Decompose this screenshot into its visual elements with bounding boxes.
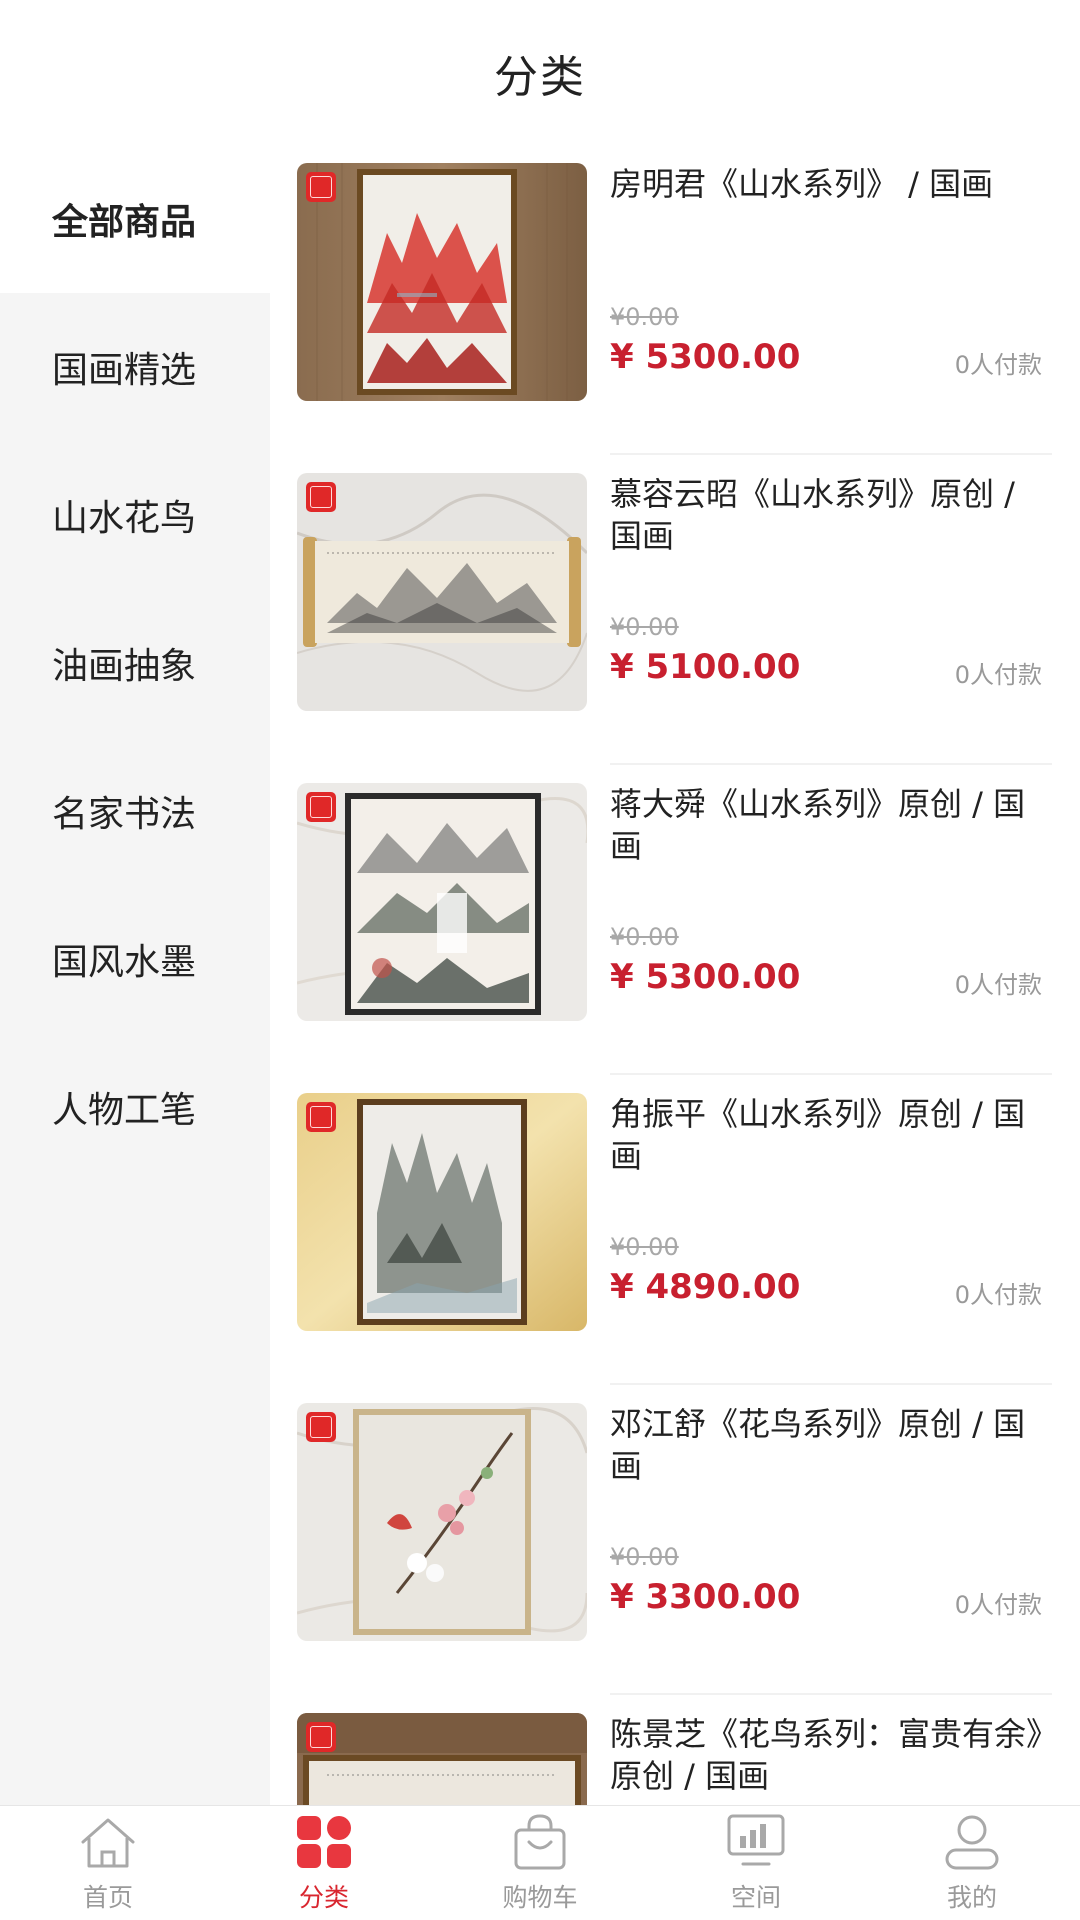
product-image[interactable] (297, 1093, 587, 1331)
sidebar-item-ink-wash[interactable]: 国风水墨 (0, 885, 270, 1033)
sold-count: 0人付款 (954, 661, 1042, 689)
sidebar-item-guohua-selected[interactable]: 国画精选 (0, 293, 270, 441)
category-grid-icon (297, 1816, 351, 1868)
product-image[interactable] (297, 163, 587, 401)
product-name[interactable]: 角振平《山水系列》原创 / 国画 (610, 1093, 1050, 1183)
original-price: ¥0.00 (610, 613, 679, 641)
sidebar-item-oil-abstract[interactable]: 油画抽象 (0, 589, 270, 737)
bottom-tab-bar: 首页 分类 购物车 空间 我的 (0, 1805, 1080, 1920)
product-price: ¥ 5300.00 (610, 337, 801, 377)
product-name[interactable]: 蒋大舜《山水系列》原创 / 国画 (610, 783, 1050, 873)
tab-label: 我的 (946, 1883, 997, 1912)
product-name[interactable]: 陈景芝《花鸟系列：富贵有余》原创 / 国画 (610, 1713, 1050, 1803)
tab-label: 首页 (82, 1883, 133, 1912)
user-icon (945, 1815, 999, 1870)
tab-home[interactable]: 首页 (0, 1806, 216, 1920)
category-page: 分类 全部商品 国画精选 山水花鸟 油画抽象 名家书法 国风水墨 人物工笔 房明… (0, 0, 1080, 1920)
home-icon (81, 1818, 135, 1868)
cart-bag-icon (514, 1814, 566, 1870)
product-price: ¥ 3300.00 (610, 1577, 801, 1617)
original-price: ¥0.00 (610, 1543, 679, 1571)
tab-mine[interactable]: 我的 (864, 1806, 1080, 1920)
product-price: ¥ 5100.00 (610, 647, 801, 687)
tab-category[interactable]: 分类 (216, 1806, 432, 1920)
shop-logo-icon (306, 1722, 336, 1752)
product-item[interactable]: 慕容云昭《山水系列》原创 / 国画 ¥0.00 ¥ 5100.00 0人付款 (270, 455, 1080, 765)
shop-logo-icon (306, 172, 336, 202)
product-name[interactable]: 房明君《山水系列》 / 国画 (610, 163, 1050, 253)
category-sidebar: 全部商品 国画精选 山水花鸟 油画抽象 名家书法 国风水墨 人物工笔 (0, 145, 270, 1805)
product-name[interactable]: 慕容云昭《山水系列》原创 / 国画 (610, 473, 1050, 563)
product-image[interactable] (297, 1403, 587, 1641)
product-image[interactable] (297, 783, 587, 1021)
tab-space[interactable]: 空间 (648, 1806, 864, 1920)
tab-label: 分类 (298, 1883, 349, 1912)
shop-logo-icon (306, 792, 336, 822)
space-chart-icon (727, 1814, 785, 1866)
sold-count: 0人付款 (954, 971, 1042, 999)
product-list: 房明君《山水系列》 / 国画 ¥0.00 ¥ 5300.00 0人付款 慕容云昭… (270, 145, 1080, 1805)
original-price: ¥0.00 (610, 923, 679, 951)
page-title: 分类 (494, 51, 586, 103)
shop-logo-icon (306, 1412, 336, 1442)
product-item[interactable]: 邓江舒《花鸟系列》原创 / 国画 ¥0.00 ¥ 3300.00 0人付款 (270, 1385, 1080, 1695)
product-name[interactable]: 邓江舒《花鸟系列》原创 / 国画 (610, 1403, 1050, 1493)
header: 分类 (0, 0, 1080, 145)
original-price: ¥0.00 (610, 303, 679, 331)
product-image[interactable] (297, 1713, 587, 1805)
product-item[interactable]: 陈景芝《花鸟系列：富贵有余》原创 / 国画 (270, 1695, 1080, 1805)
sold-count: 0人付款 (954, 1281, 1042, 1309)
product-image[interactable] (297, 473, 587, 711)
original-price: ¥0.00 (610, 1233, 679, 1261)
tab-label: 空间 (730, 1883, 781, 1912)
shop-logo-icon (306, 1102, 336, 1132)
shop-logo-icon (306, 482, 336, 512)
product-item[interactable]: 蒋大舜《山水系列》原创 / 国画 ¥0.00 ¥ 5300.00 0人付款 (270, 765, 1080, 1075)
product-price: ¥ 4890.00 (610, 1267, 801, 1307)
tab-cart[interactable]: 购物车 (432, 1806, 648, 1920)
product-item[interactable]: 角振平《山水系列》原创 / 国画 ¥0.00 ¥ 4890.00 0人付款 (270, 1075, 1080, 1385)
sidebar-item-all-products[interactable]: 全部商品 (0, 145, 270, 293)
product-item[interactable]: 房明君《山水系列》 / 国画 ¥0.00 ¥ 5300.00 0人付款 (270, 145, 1080, 455)
sidebar-item-figure-gongbi[interactable]: 人物工笔 (0, 1033, 270, 1181)
sidebar-item-landscape-flower-bird[interactable]: 山水花鸟 (0, 441, 270, 589)
tab-label: 购物车 (502, 1883, 578, 1912)
sold-count: 0人付款 (954, 1591, 1042, 1619)
sidebar-item-calligraphy[interactable]: 名家书法 (0, 737, 270, 885)
sold-count: 0人付款 (954, 351, 1042, 379)
product-price: ¥ 5300.00 (610, 957, 801, 997)
